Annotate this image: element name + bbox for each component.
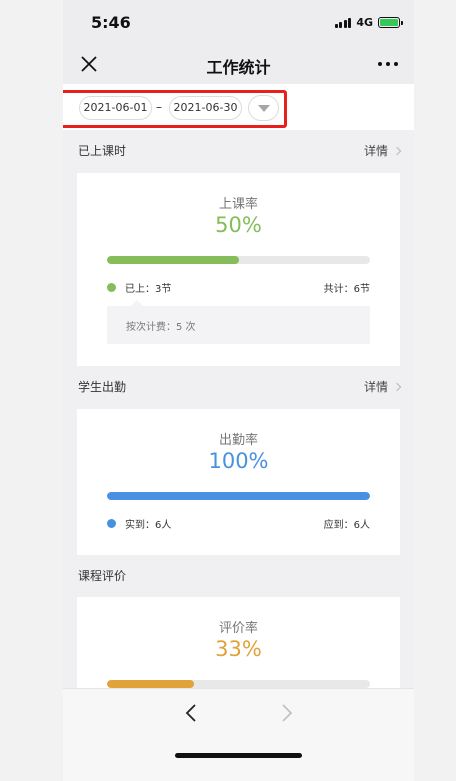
present-stat: 实到：6人: [107, 516, 171, 531]
battery-icon: [378, 17, 403, 28]
card-label: 出勤率: [218, 433, 258, 448]
progress-fill: [107, 680, 194, 688]
expected-count: 应到：6人: [323, 520, 370, 531]
total-count: 共计：6节: [323, 284, 370, 295]
status-time: 5:46: [91, 13, 131, 32]
card-percentage: 33%: [215, 637, 262, 661]
billing-note-text: 按次计费：5 次: [126, 322, 196, 333]
more-icon[interactable]: [376, 54, 400, 74]
attended-stat: 已上：3节: [107, 280, 171, 295]
home-indicator[interactable]: [175, 753, 302, 758]
card-percentage: 50%: [215, 213, 262, 237]
class-rate-card: 上课率 50% 已上：3节 共计：6节 按次计费：5 次: [77, 173, 400, 366]
bottom-toolbar: [63, 688, 414, 781]
signal-icon: [334, 17, 352, 28]
card-percentage: 100%: [208, 449, 269, 473]
highlight-annotation: [63, 90, 287, 128]
date-filter-bar: 2021-06-01 – 2021-06-30: [63, 84, 414, 130]
section-title: 学生出勤: [78, 380, 127, 394]
section-header-attendance: 学生出勤 详情: [63, 366, 414, 406]
details-link[interactable]: 详情: [363, 378, 402, 395]
present-count: 实到：6人: [125, 520, 172, 531]
status-bar: 5:46 4G: [63, 0, 414, 44]
card-label: 评价率: [218, 621, 258, 636]
chevron-right-icon: [392, 146, 402, 155]
progress-bar: [107, 492, 370, 500]
legend-dot: [107, 283, 116, 292]
section-header-class-hours: 已上课时 详情: [63, 130, 414, 170]
chevron-right-icon: [392, 382, 402, 391]
billing-note: 按次计费：5 次: [107, 300, 370, 344]
attendance-rate-card: 出勤率 100% 实到：6人 应到：6人: [77, 409, 400, 555]
progress-bar: [107, 680, 370, 688]
phone-screen: 5:46 4G 工作统计 2021-06-01 – 2021-06-30 已上课…: [63, 0, 414, 781]
progress-bar: [107, 256, 370, 264]
section-title: 课程评价: [78, 569, 127, 583]
page-title: 工作统计: [206, 58, 271, 77]
section-header-evaluation: 课程评价: [63, 555, 414, 595]
attended-count: 已上：3节: [125, 284, 172, 295]
status-indicators: 4G: [334, 16, 403, 29]
navigation-bar: 工作统计: [63, 44, 414, 84]
chevron-left-icon[interactable]: [181, 702, 203, 724]
card-label: 上课率: [218, 197, 258, 212]
details-label: 详情: [363, 144, 388, 158]
section-title: 已上课时: [78, 144, 127, 158]
legend-dot: [107, 519, 116, 528]
details-label: 详情: [363, 380, 388, 394]
network-type: 4G: [356, 16, 373, 29]
progress-fill: [107, 492, 370, 500]
details-link[interactable]: 详情: [363, 142, 402, 159]
chevron-right-icon: [275, 702, 297, 724]
progress-fill: [107, 256, 239, 264]
